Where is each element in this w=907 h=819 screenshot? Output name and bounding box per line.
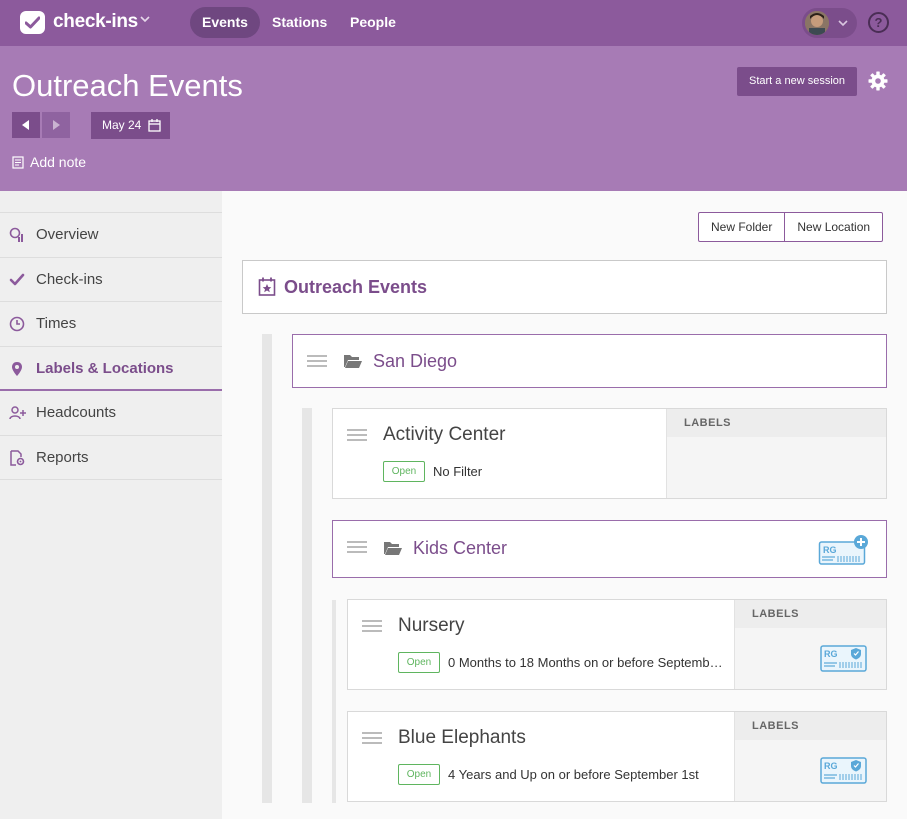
name-tag-icon[interactable]: RG [820, 757, 868, 785]
sidebar-item-check-ins[interactable]: Check-ins [0, 258, 222, 302]
labels-header: LABELS [735, 712, 886, 740]
labels-header: LABELS [667, 409, 886, 437]
folder-title: Kids Center [413, 538, 508, 558]
add-label-icon[interactable]: RG [818, 534, 870, 566]
nav-stations[interactable]: Stations [260, 7, 339, 38]
nav-people[interactable]: People [338, 7, 408, 38]
chevron-down-icon[interactable] [140, 15, 150, 23]
note-icon [12, 156, 24, 169]
sidebar: Overview Check-ins Times Labels & Locati… [0, 191, 222, 819]
checkins-logo-icon[interactable] [20, 11, 45, 34]
labels-panel: LABELS RG [734, 600, 886, 689]
location-card-blue-elephants[interactable]: Blue Elephants Open 4 Years and Up on or… [347, 711, 887, 802]
filter-text: No Filter [433, 464, 483, 479]
new-location-button[interactable]: New Location [784, 213, 882, 241]
location-card-activity-center[interactable]: Activity Center Open No Filter LABELS [332, 408, 887, 499]
location-title: Nursery [398, 615, 465, 636]
add-note-link[interactable]: Add note [12, 154, 86, 170]
page-title: Outreach Events [12, 68, 243, 103]
sidebar-item-times[interactable]: Times [0, 302, 222, 347]
next-date-button[interactable] [42, 112, 70, 138]
name-tag-icon[interactable]: RG [820, 645, 868, 673]
people-add-icon [9, 406, 26, 420]
labels-panel: LABELS RG [734, 712, 886, 801]
sidebar-item-label: Check-ins [36, 270, 103, 288]
filter-text: 4 Years and Up on or before September 1s… [448, 767, 699, 782]
sidebar-item-reports[interactable]: Reports [0, 436, 222, 480]
location-title: Activity Center [383, 424, 506, 445]
labels-header: LABELS [735, 600, 886, 628]
help-icon[interactable]: ? [868, 12, 889, 33]
folder-card-san-diego[interactable]: San Diego [292, 334, 887, 388]
indent-rail [302, 408, 312, 803]
event-card[interactable]: Outreach Events [242, 260, 887, 314]
drag-handle-icon[interactable] [307, 355, 327, 367]
sidebar-item-label: Times [36, 315, 77, 332]
previous-date-button[interactable] [12, 112, 40, 138]
folder-card-kids-center[interactable]: Kids Center RG [332, 520, 887, 578]
label-icon-text: RG [824, 761, 838, 771]
sidebar-item-label: Headcounts [36, 404, 117, 421]
app-switcher[interactable]: check-ins [53, 11, 138, 33]
drag-handle-icon[interactable] [362, 620, 382, 632]
sidebar-item-headcounts[interactable]: Headcounts [0, 391, 222, 436]
chevron-down-icon [838, 20, 848, 27]
drag-handle-icon[interactable] [362, 732, 382, 744]
sidebar-item-overview[interactable]: Overview [0, 213, 222, 258]
drag-handle-icon[interactable] [347, 429, 367, 441]
status-badge: Open [398, 764, 440, 785]
main-content: New Folder New Location Outreach Events … [222, 191, 907, 819]
check-icon [9, 273, 25, 285]
chart-icon [9, 227, 23, 242]
sidebar-item-label: Labels & Locations [36, 359, 174, 377]
labels-panel: LABELS [666, 409, 886, 498]
nav-events[interactable]: Events [190, 7, 260, 38]
sidebar-item-label: Reports [36, 448, 89, 466]
create-button-group: New Folder New Location [698, 212, 884, 242]
drag-handle-icon[interactable] [347, 541, 367, 553]
location-title: Blue Elephants [398, 727, 526, 748]
top-bar: check-ins Events Stations People ? [0, 0, 907, 46]
status-badge: Open [398, 652, 440, 673]
start-session-button[interactable]: Start a new session [737, 67, 857, 96]
label-icon-text: RG [824, 649, 838, 659]
indent-rail [332, 600, 336, 803]
event-title: Outreach Events [284, 277, 428, 297]
clock-icon [9, 316, 25, 332]
new-folder-button[interactable]: New Folder [699, 213, 784, 241]
gear-icon[interactable] [868, 71, 888, 91]
label-icon-text: RG [823, 545, 837, 555]
calendar-icon [148, 119, 161, 132]
add-note-label: Add note [30, 154, 87, 170]
folder-open-icon [384, 542, 402, 555]
caret-right-icon [53, 120, 60, 130]
status-badge: Open [383, 461, 425, 482]
location-card-nursery[interactable]: Nursery Open 0 Months to 18 Months on or… [347, 599, 887, 690]
sidebar-item-labels-locations[interactable]: Labels & Locations [0, 347, 222, 391]
caret-left-icon [22, 120, 29, 130]
date-label: May 24 [102, 118, 142, 132]
date-picker-button[interactable]: May 24 [91, 112, 170, 139]
avatar [805, 11, 829, 35]
folder-open-icon [344, 355, 362, 368]
user-menu[interactable] [802, 8, 857, 38]
report-gear-icon [10, 449, 25, 466]
sidebar-nav: Overview Check-ins Times Labels & Locati… [0, 212, 222, 480]
sidebar-item-label: Overview [36, 226, 99, 243]
filter-text: 0 Months to 18 Months on or before Septe… [448, 655, 723, 670]
map-pin-icon [12, 361, 22, 376]
indent-rail [262, 334, 272, 803]
page-header: Outreach Events May 24 Add note Start a … [0, 46, 907, 191]
calendar-star-icon [258, 277, 276, 296]
folder-title: San Diego [373, 351, 458, 371]
